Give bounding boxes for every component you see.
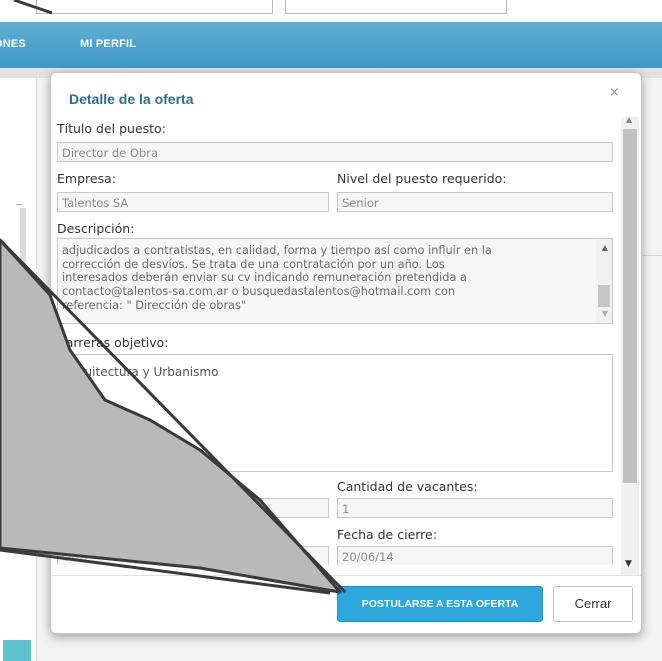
left-accent-block: [3, 640, 31, 661]
area-label: Área o Departamento:: [57, 527, 197, 542]
creation-date-label: Fecha de creación:: [57, 479, 175, 494]
careers-textarea[interactable]: Arquitectura y Urbanismo: [57, 354, 613, 472]
careers-label: Carreras objetivo:: [57, 335, 169, 350]
left-panel-scrollbar[interactable]: [20, 208, 26, 508]
description-textarea[interactable]: adjudicados a contratistas, en calidad, …: [57, 238, 613, 324]
vacancies-label: Cantidad de vacantes:: [337, 479, 478, 494]
scroll-up-icon[interactable]: ▲: [626, 115, 632, 124]
scroll-down-icon[interactable]: ▼: [625, 559, 632, 569]
close-icon[interactable]: ×: [609, 85, 620, 100]
company-field[interactable]: Talentos SA: [57, 192, 329, 212]
header-input-1[interactable]: [36, 0, 273, 14]
job-title-field[interactable]: Director de Obra: [57, 142, 613, 162]
nav-item-mi-perfil[interactable]: MI PERFIL: [80, 38, 136, 50]
scroll-down-icon[interactable]: ▼: [602, 309, 608, 318]
level-field[interactable]: Senior: [337, 192, 613, 212]
job-title-label: Título del puesto:: [57, 121, 166, 136]
area-field[interactable]: Otro: [57, 546, 329, 565]
offer-detail-modal: Detalle de la oferta × Título del puesto…: [50, 72, 642, 634]
modal-title: Detalle de la oferta: [69, 91, 194, 107]
modal-body: Título del puesto: Director de Obra Empr…: [51, 117, 621, 565]
left-panel: ·: [0, 78, 37, 661]
header-input-2[interactable]: [285, 0, 507, 14]
apply-button[interactable]: POSTULARSE A ESTA OFERTA: [337, 586, 543, 622]
company-label: Empresa:: [57, 171, 116, 186]
creation-date-field[interactable]: 6/06/14: [57, 498, 329, 518]
vacancies-field[interactable]: 1: [337, 498, 613, 518]
modal-scroll-thumb[interactable]: [623, 129, 637, 483]
description-text: adjudicados a contratistas, en calidad, …: [62, 244, 492, 312]
close-button[interactable]: Cerrar: [553, 586, 633, 622]
modal-footer-divider: [51, 575, 641, 576]
right-divider: [640, 255, 662, 256]
scroll-up-icon[interactable]: ▲: [602, 243, 608, 252]
careers-text: Arquitectura y Urbanismo: [64, 365, 219, 379]
nav-item-opciones[interactable]: ONES: [0, 38, 26, 50]
description-label: Descripción:: [57, 221, 135, 236]
closing-date-field[interactable]: 20/06/14: [337, 546, 613, 565]
main-nav: ONES MI PERFIL: [0, 22, 662, 68]
description-scroll-thumb[interactable]: [598, 285, 610, 307]
closing-date-label: Fecha de cierre:: [337, 527, 437, 542]
level-label: Nivel del puesto requerido:: [337, 171, 507, 186]
